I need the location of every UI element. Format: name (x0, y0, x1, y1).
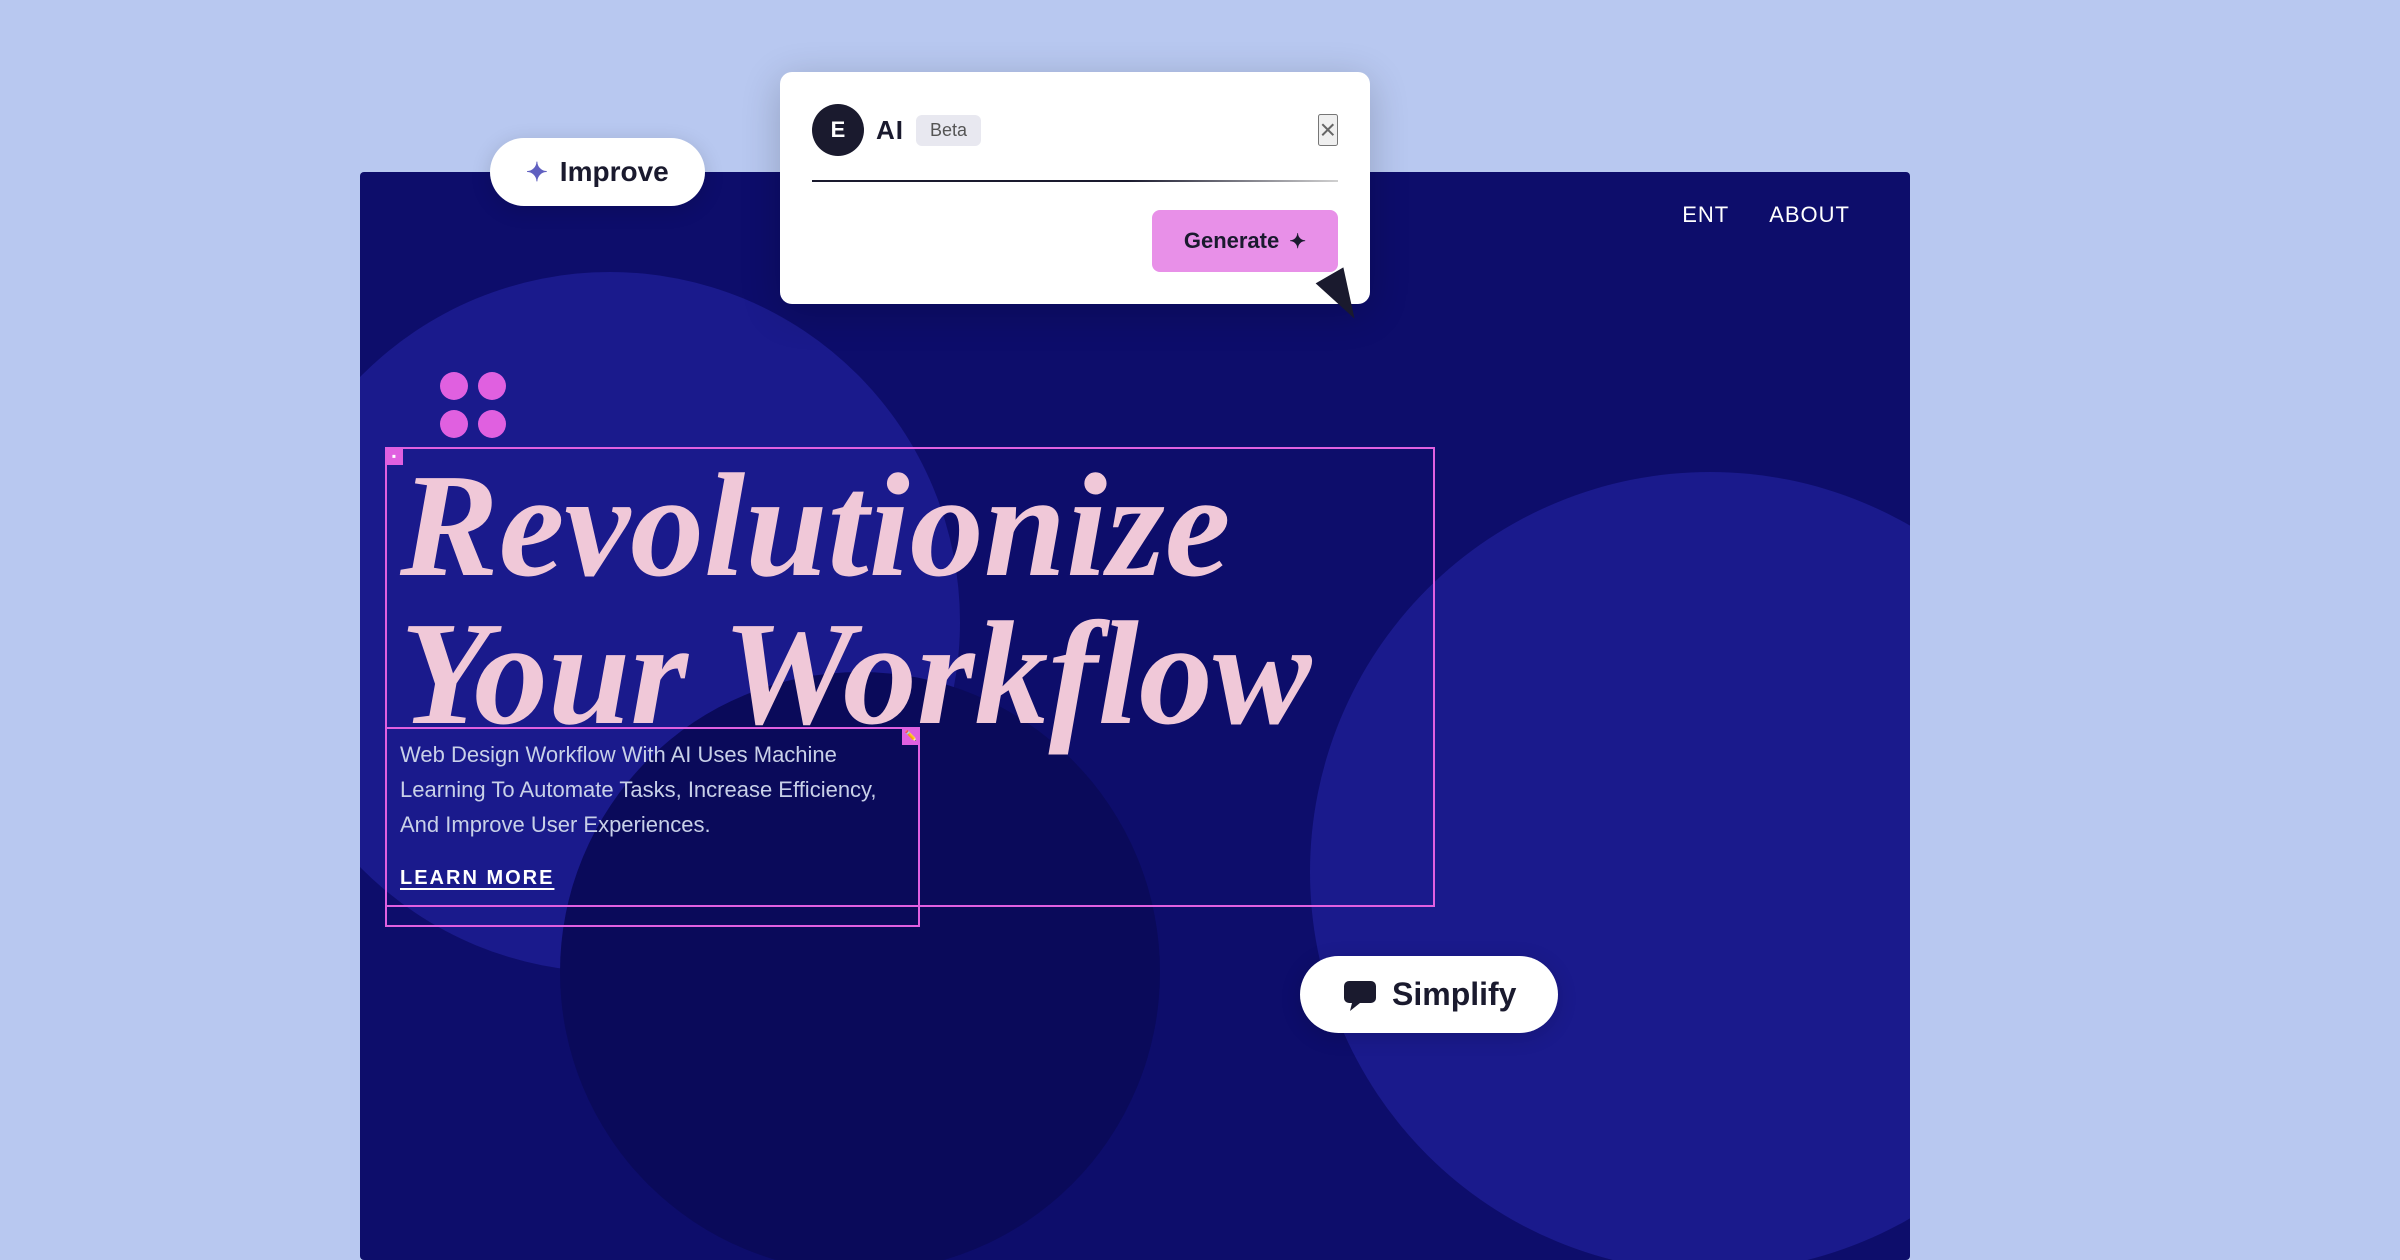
website-preview: ENT ABOUT ▪ Revolutionize Your Workflow … (360, 172, 1910, 1260)
learn-more-link[interactable]: LEARN MORE (400, 867, 554, 890)
ai-input-field[interactable] (812, 180, 1338, 182)
dot-2 (478, 372, 506, 400)
description-box: Web Design Workflow With AI Uses Machine… (400, 737, 900, 890)
elementor-logo: E (812, 104, 864, 156)
improve-label: Improve (560, 156, 669, 188)
heading-line1: Revolutionize (400, 452, 1312, 600)
improve-pill-button[interactable]: ✦ Improve (490, 138, 705, 206)
improve-sparkle-icon: ✦ (526, 157, 548, 188)
heading-line2: Your Workflow (400, 600, 1312, 748)
elementor-e-letter: E (831, 117, 846, 143)
description-text: Web Design Workflow With AI Uses Machine… (400, 737, 900, 843)
simplify-chat-icon (1342, 977, 1378, 1013)
handle-icon: ▪ (392, 449, 396, 463)
dot-4 (478, 410, 506, 438)
generate-button-wrapper: Generate ✦ (1152, 210, 1338, 272)
generate-button[interactable]: Generate ✦ (1152, 210, 1338, 272)
ai-label: AI (876, 115, 904, 146)
generate-label: Generate (1184, 228, 1279, 254)
simplify-pill-button[interactable]: Simplify (1300, 956, 1558, 1033)
nav-item-ent: ENT (1682, 202, 1729, 228)
modal-close-button[interactable]: × (1318, 114, 1338, 146)
simplify-label: Simplify (1392, 976, 1516, 1013)
nav-item-about: ABOUT (1769, 202, 1850, 228)
dot-1 (440, 372, 468, 400)
modal-header: E AI Beta × (812, 104, 1338, 156)
four-dots-icon (440, 372, 506, 438)
modal-actions: Generate ✦ (812, 210, 1338, 272)
dot-3 (440, 410, 468, 438)
nav-bar: ENT ABOUT (1622, 172, 1910, 258)
main-heading: Revolutionize Your Workflow (400, 452, 1312, 748)
beta-badge: Beta (916, 115, 981, 146)
modal-logo-area: E AI Beta (812, 104, 981, 156)
generate-sparkle-icon: ✦ (1289, 229, 1306, 254)
ai-modal: E AI Beta × Generate ✦ (780, 72, 1370, 304)
